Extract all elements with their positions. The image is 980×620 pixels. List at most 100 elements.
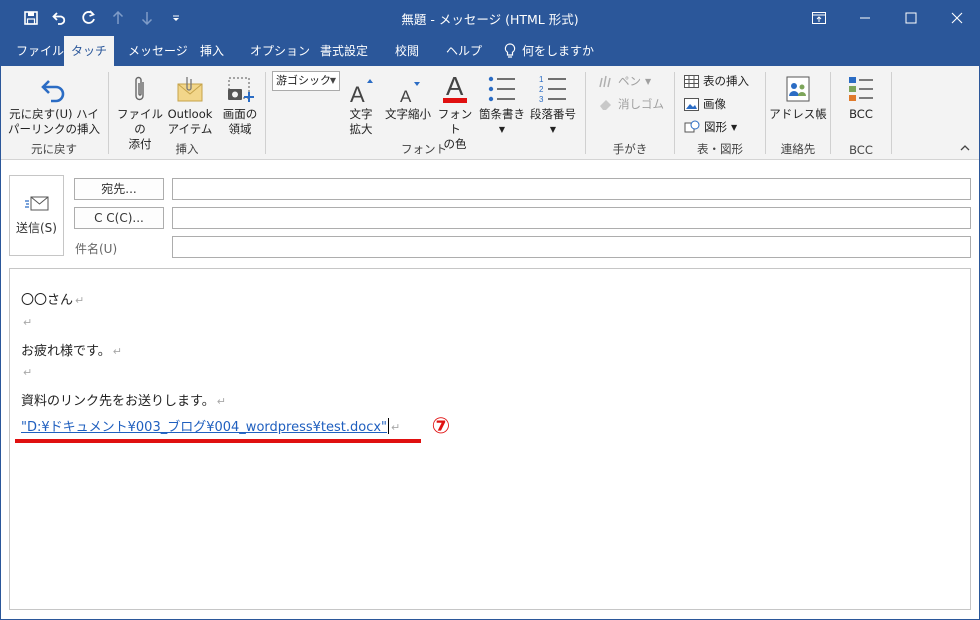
grow-font-icon: A [350,79,373,104]
tab-touch[interactable]: タッチ [64,36,114,66]
shapes-icon [684,120,700,133]
undo-icon [41,80,65,103]
outlook-item-button[interactable]: Outlook アイテム [165,70,215,137]
return-mark: ↵ [75,294,85,307]
body-line: お疲れ様です。 ↵ [21,344,122,359]
bullets-button[interactable]: 箇条書き ▼ [478,70,526,137]
cc-field[interactable] [172,207,971,229]
group-tables-shapes: 表の挿入 画像 図形 ▼ 表・図形 [675,66,765,160]
send-icon [24,196,48,211]
close-icon [951,12,963,24]
text-caret [388,418,390,434]
svg-text:1: 1 [539,75,544,84]
group-divider [891,72,892,154]
body-line: 〇〇さん ↵ [21,293,85,308]
grow-font-button[interactable]: A 文字 拡大 [342,70,380,137]
maximize-icon [905,12,917,24]
minimize-button[interactable] [842,0,888,36]
chevron-up-icon [960,145,970,151]
maximize-button[interactable] [888,0,934,36]
svg-text:3: 3 [539,95,544,104]
tab-options[interactable]: オプション [240,36,320,66]
insert-shapes-button[interactable]: 図形 ▼ [684,116,737,138]
lightbulb-icon [504,43,516,58]
annotation-underline [15,439,421,443]
tab-help[interactable]: ヘルプ [436,36,492,66]
window-controls [796,0,980,36]
close-button[interactable] [934,0,980,36]
group-label-insert: 挿入 [175,142,199,156]
address-book-button[interactable]: アドレス帳 [768,70,828,122]
message-body[interactable]: 〇〇さん ↵ ↵ お疲れ様です。 ↵ ↵ 資料のリンク先をお送りします。 ↵ "D:¥… [9,268,971,610]
ribbon: 元に戻す(U) ハイ パーリンクの挿入 元に戻す ファイルの 添付 Outloo… [0,66,980,160]
screenshot-icon [228,77,254,102]
chevron-down-icon: ▼ [731,122,738,132]
collapse-ribbon-button[interactable] [960,144,970,155]
eraser-button[interactable]: 消しゴム [598,93,664,115]
tell-me-box[interactable]: 何をしますか [494,36,604,66]
ribbon-display-button[interactable] [796,0,842,36]
svg-text:A: A [400,87,412,104]
font-color-icon: A [443,71,467,103]
group-undo: 元に戻す(U) ハイ パーリンクの挿入 元に戻す [0,66,108,160]
group-contacts: アドレス帳 連絡先 [766,66,830,160]
paperclip-icon [135,76,144,101]
table-icon [684,74,699,88]
pen-button[interactable]: ペン ▼ [598,70,651,92]
return-mark: ↵ [112,345,122,358]
undo-hyperlink-button[interactable]: 元に戻す(U) ハイ パーリンクの挿入 [8,70,100,137]
font-color-button[interactable]: A フォント の色 [434,70,476,152]
bcc-button[interactable]: BCC [833,70,889,122]
tab-insert[interactable]: 挿入 [190,36,234,66]
shrink-font-icon: A [400,82,420,104]
chevron-down-icon: ▼ [498,125,506,134]
file-hyperlink[interactable]: "D:¥ドキュメント¥003_ブログ¥004_wordpress¥test.do… [21,420,387,435]
body-link-line: "D:¥ドキュメント¥003_ブログ¥004_wordpress¥test.do… [21,416,400,435]
group-ink: ペン ▼ 消しゴム 手がき [586,66,674,160]
tab-review[interactable]: 校閲 [385,36,429,66]
group-label-font: フォント [401,142,447,156]
address-book-icon [786,76,810,102]
numbering-button[interactable]: 123 段落番号 ▼ [528,70,578,137]
body-line: ↵ [21,315,32,330]
chevron-down-icon: ▼ [549,125,557,134]
cc-button[interactable]: C C(C)... [74,207,164,229]
annotation-number: ⑦ [431,414,451,439]
ribbon-display-icon [812,12,826,24]
screen-clipping-button[interactable]: 画面の 領域 [215,70,265,137]
outlook-item-icon [177,77,203,102]
shrink-font-button[interactable]: A 文字縮小 [382,70,434,122]
subject-field[interactable] [172,236,971,258]
send-label: 送信(S) [16,221,57,235]
body-line: ↵ [21,365,32,380]
group-label-ink: 手がき [612,142,648,156]
to-field[interactable] [172,178,971,200]
bcc-icon [849,77,873,101]
return-mark: ↵ [391,421,401,434]
attach-file-button[interactable]: ファイルの 添付 [115,70,165,152]
insert-picture-button[interactable]: 画像 [684,93,726,115]
send-button[interactable]: 送信(S) [9,175,64,256]
group-label-undo: 元に戻す [31,142,77,156]
return-mark: ↵ [23,316,33,329]
eraser-icon [600,100,611,110]
group-label-bcc: BCC [849,143,873,157]
svg-text:2: 2 [539,85,544,94]
subject-label: 件名(U) [75,242,118,256]
tab-message[interactable]: メッセージ [118,36,198,66]
message-header: 送信(S) 宛先... C C(C)... 件名(U) [0,161,980,266]
group-label-tables: 表・図形 [697,142,743,156]
bullets-icon [488,76,515,102]
tab-format[interactable]: 書式設定 [310,36,378,66]
group-font: A 文字 拡大 A 文字縮小 A フォント の色 箇条書き ▼ 1 2 3 段落… [266,66,582,160]
to-button[interactable]: 宛先... [74,178,164,200]
numbering-icon: 123 [539,75,566,104]
tell-me-label: 何をしますか [522,44,595,58]
picture-icon [684,97,699,111]
title-bar: 無題 - メッセージ (HTML 形式) [0,0,980,36]
insert-table-button[interactable]: 表の挿入 [684,70,749,92]
svg-text:A: A [350,82,365,104]
minimize-icon [860,17,870,19]
return-mark: ↵ [216,395,226,408]
chevron-down-icon: ▼ [645,76,652,86]
